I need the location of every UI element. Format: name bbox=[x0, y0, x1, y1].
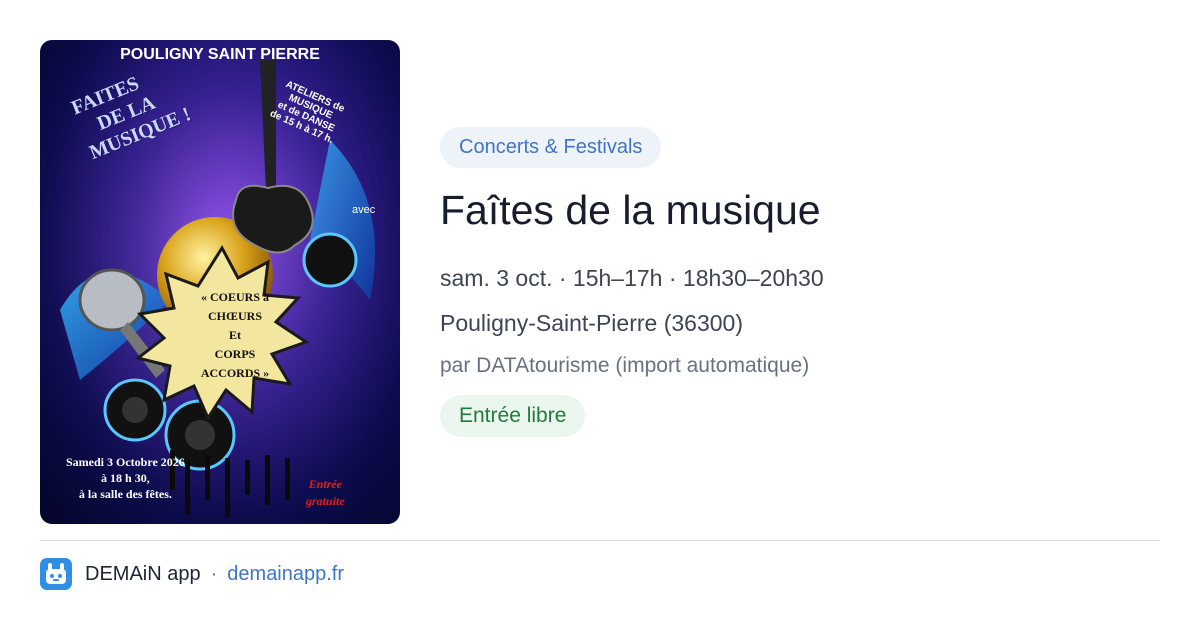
poster-date-line: Samedi 3 Octobre 2026 bbox=[66, 455, 185, 469]
poster-entry-line: Entrée bbox=[308, 477, 342, 491]
footer-divider bbox=[40, 540, 1160, 541]
event-schedule: sam. 3 oct. · 15h–17h · 18h30–20h30 bbox=[440, 265, 824, 291]
footer-separator: · bbox=[210, 562, 218, 585]
poster-entry: Entrée gratuite bbox=[306, 476, 345, 510]
poster-entry-line: gratuite bbox=[306, 494, 345, 508]
event-title: Faîtes de la musique bbox=[440, 187, 821, 233]
poster-top-title: POULIGNY SAINT PIERRE bbox=[120, 46, 320, 63]
event-card: POULIGNY SAINT PIERRE FAITES DE LA MUSIQ… bbox=[0, 0, 1200, 630]
poster-starburst-line: ACCORDS » bbox=[200, 366, 270, 380]
poster-starburst-line: « COEURS à bbox=[200, 290, 269, 304]
poster-starburst-line: CORPS bbox=[214, 347, 256, 361]
poster-date-line: à 18 h 30, bbox=[101, 471, 150, 485]
event-poster-image[interactable]: POULIGNY SAINT PIERRE FAITES DE LA MUSIQ… bbox=[40, 40, 400, 524]
category-tag[interactable]: Concerts & Festivals bbox=[440, 127, 662, 168]
poster-date-info: Samedi 3 Octobre 2026 à 18 h 30, à la sa… bbox=[66, 454, 185, 502]
event-location: Pouligny-Saint-Pierre (36300) bbox=[440, 310, 743, 336]
event-source: par DATAtourisme (import automatique) bbox=[440, 354, 810, 377]
poster-date-line: à la salle des fêtes. bbox=[78, 487, 172, 501]
poster-avec: avec bbox=[352, 204, 376, 216]
price-badge: Entrée libre bbox=[440, 395, 586, 437]
app-name: DEMAiN app bbox=[85, 562, 201, 585]
poster-starburst-line: CHŒURS bbox=[207, 309, 262, 323]
app-domain-link[interactable]: demainapp.fr bbox=[227, 563, 344, 586]
app-logo-icon bbox=[40, 558, 72, 590]
poster-starburst-text: « COEURS à CHŒURS Et CORPS ACCORDS » bbox=[180, 288, 290, 383]
poster-starburst-line: Et bbox=[229, 328, 241, 342]
footer: DEMAiN app · demainapp.fr bbox=[40, 558, 344, 590]
